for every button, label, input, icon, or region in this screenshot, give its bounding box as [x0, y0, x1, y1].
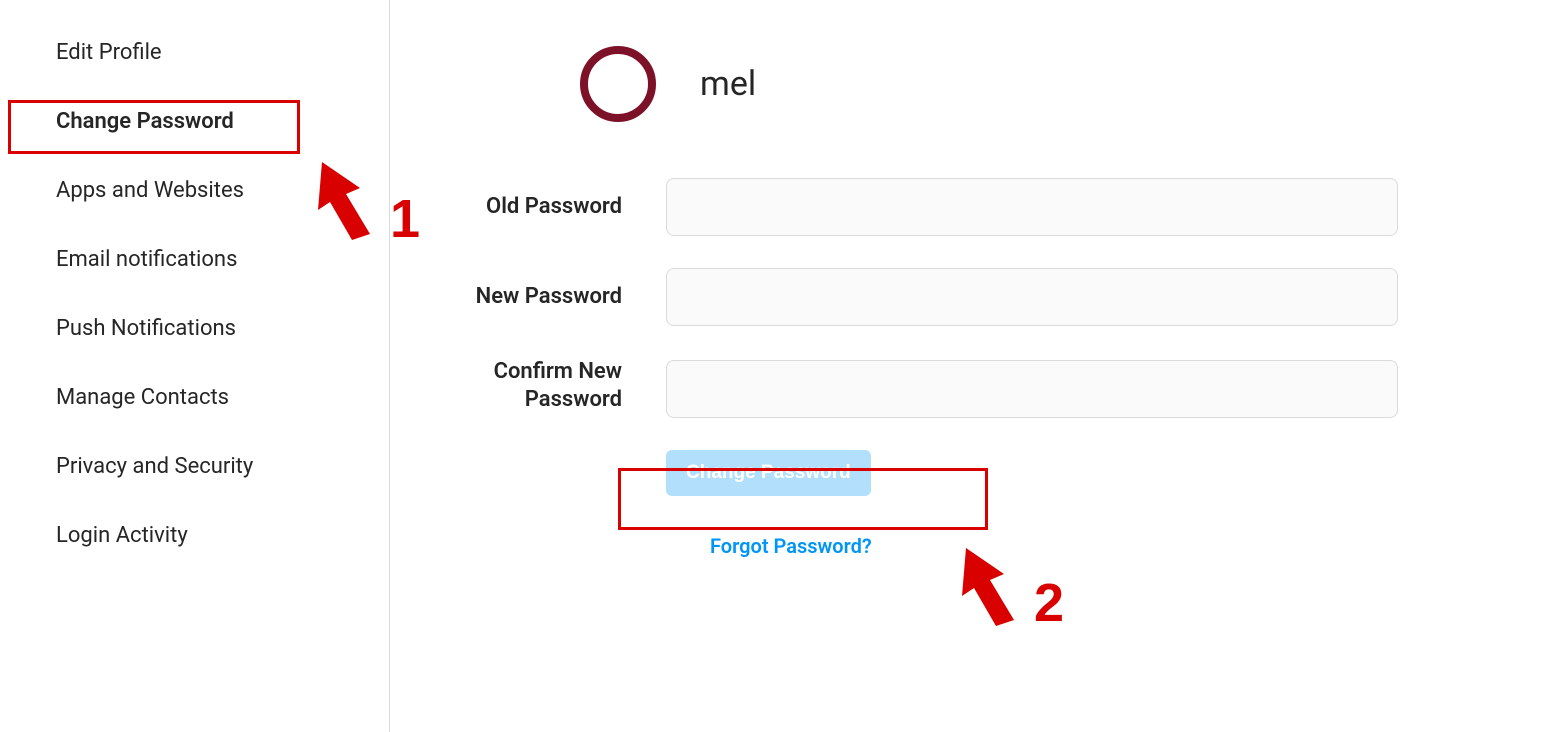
sidebar-item-privacy-and-security[interactable]: Privacy and Security: [0, 432, 389, 501]
confirm-password-row: Confirm New Password: [450, 358, 1466, 418]
new-password-row: New Password: [450, 268, 1466, 326]
change-password-button[interactable]: Change Password: [666, 450, 871, 496]
sidebar-item-email-notifications[interactable]: Email notifications: [0, 225, 389, 294]
old-password-row: Old Password: [450, 178, 1466, 236]
username: mel: [700, 64, 770, 104]
new-password-input[interactable]: [666, 268, 1398, 326]
forgot-password-link[interactable]: Forgot Password?: [710, 534, 1466, 558]
sidebar-item-apps-and-websites[interactable]: Apps and Websites: [0, 156, 389, 225]
old-password-label: Old Password: [450, 193, 666, 221]
main-content: mel Old Password New Password Confirm Ne…: [390, 0, 1546, 732]
form-actions: Change Password Forgot Password?: [666, 450, 1466, 558]
sidebar-item-manage-contacts[interactable]: Manage Contacts: [0, 363, 389, 432]
confirm-password-label: Confirm New Password: [450, 358, 666, 413]
sidebar-item-push-notifications[interactable]: Push Notifications: [0, 294, 389, 363]
profile-header: mel: [580, 46, 1466, 122]
sidebar-item-edit-profile[interactable]: Edit Profile: [0, 18, 389, 87]
old-password-input[interactable]: [666, 178, 1398, 236]
sidebar-item-login-activity[interactable]: Login Activity: [0, 501, 389, 570]
confirm-password-input[interactable]: [666, 360, 1398, 418]
sidebar-item-change-password[interactable]: Change Password: [0, 87, 389, 156]
avatar: [580, 46, 656, 122]
settings-sidebar: Edit Profile Change Password Apps and We…: [0, 0, 390, 732]
new-password-label: New Password: [450, 283, 666, 311]
